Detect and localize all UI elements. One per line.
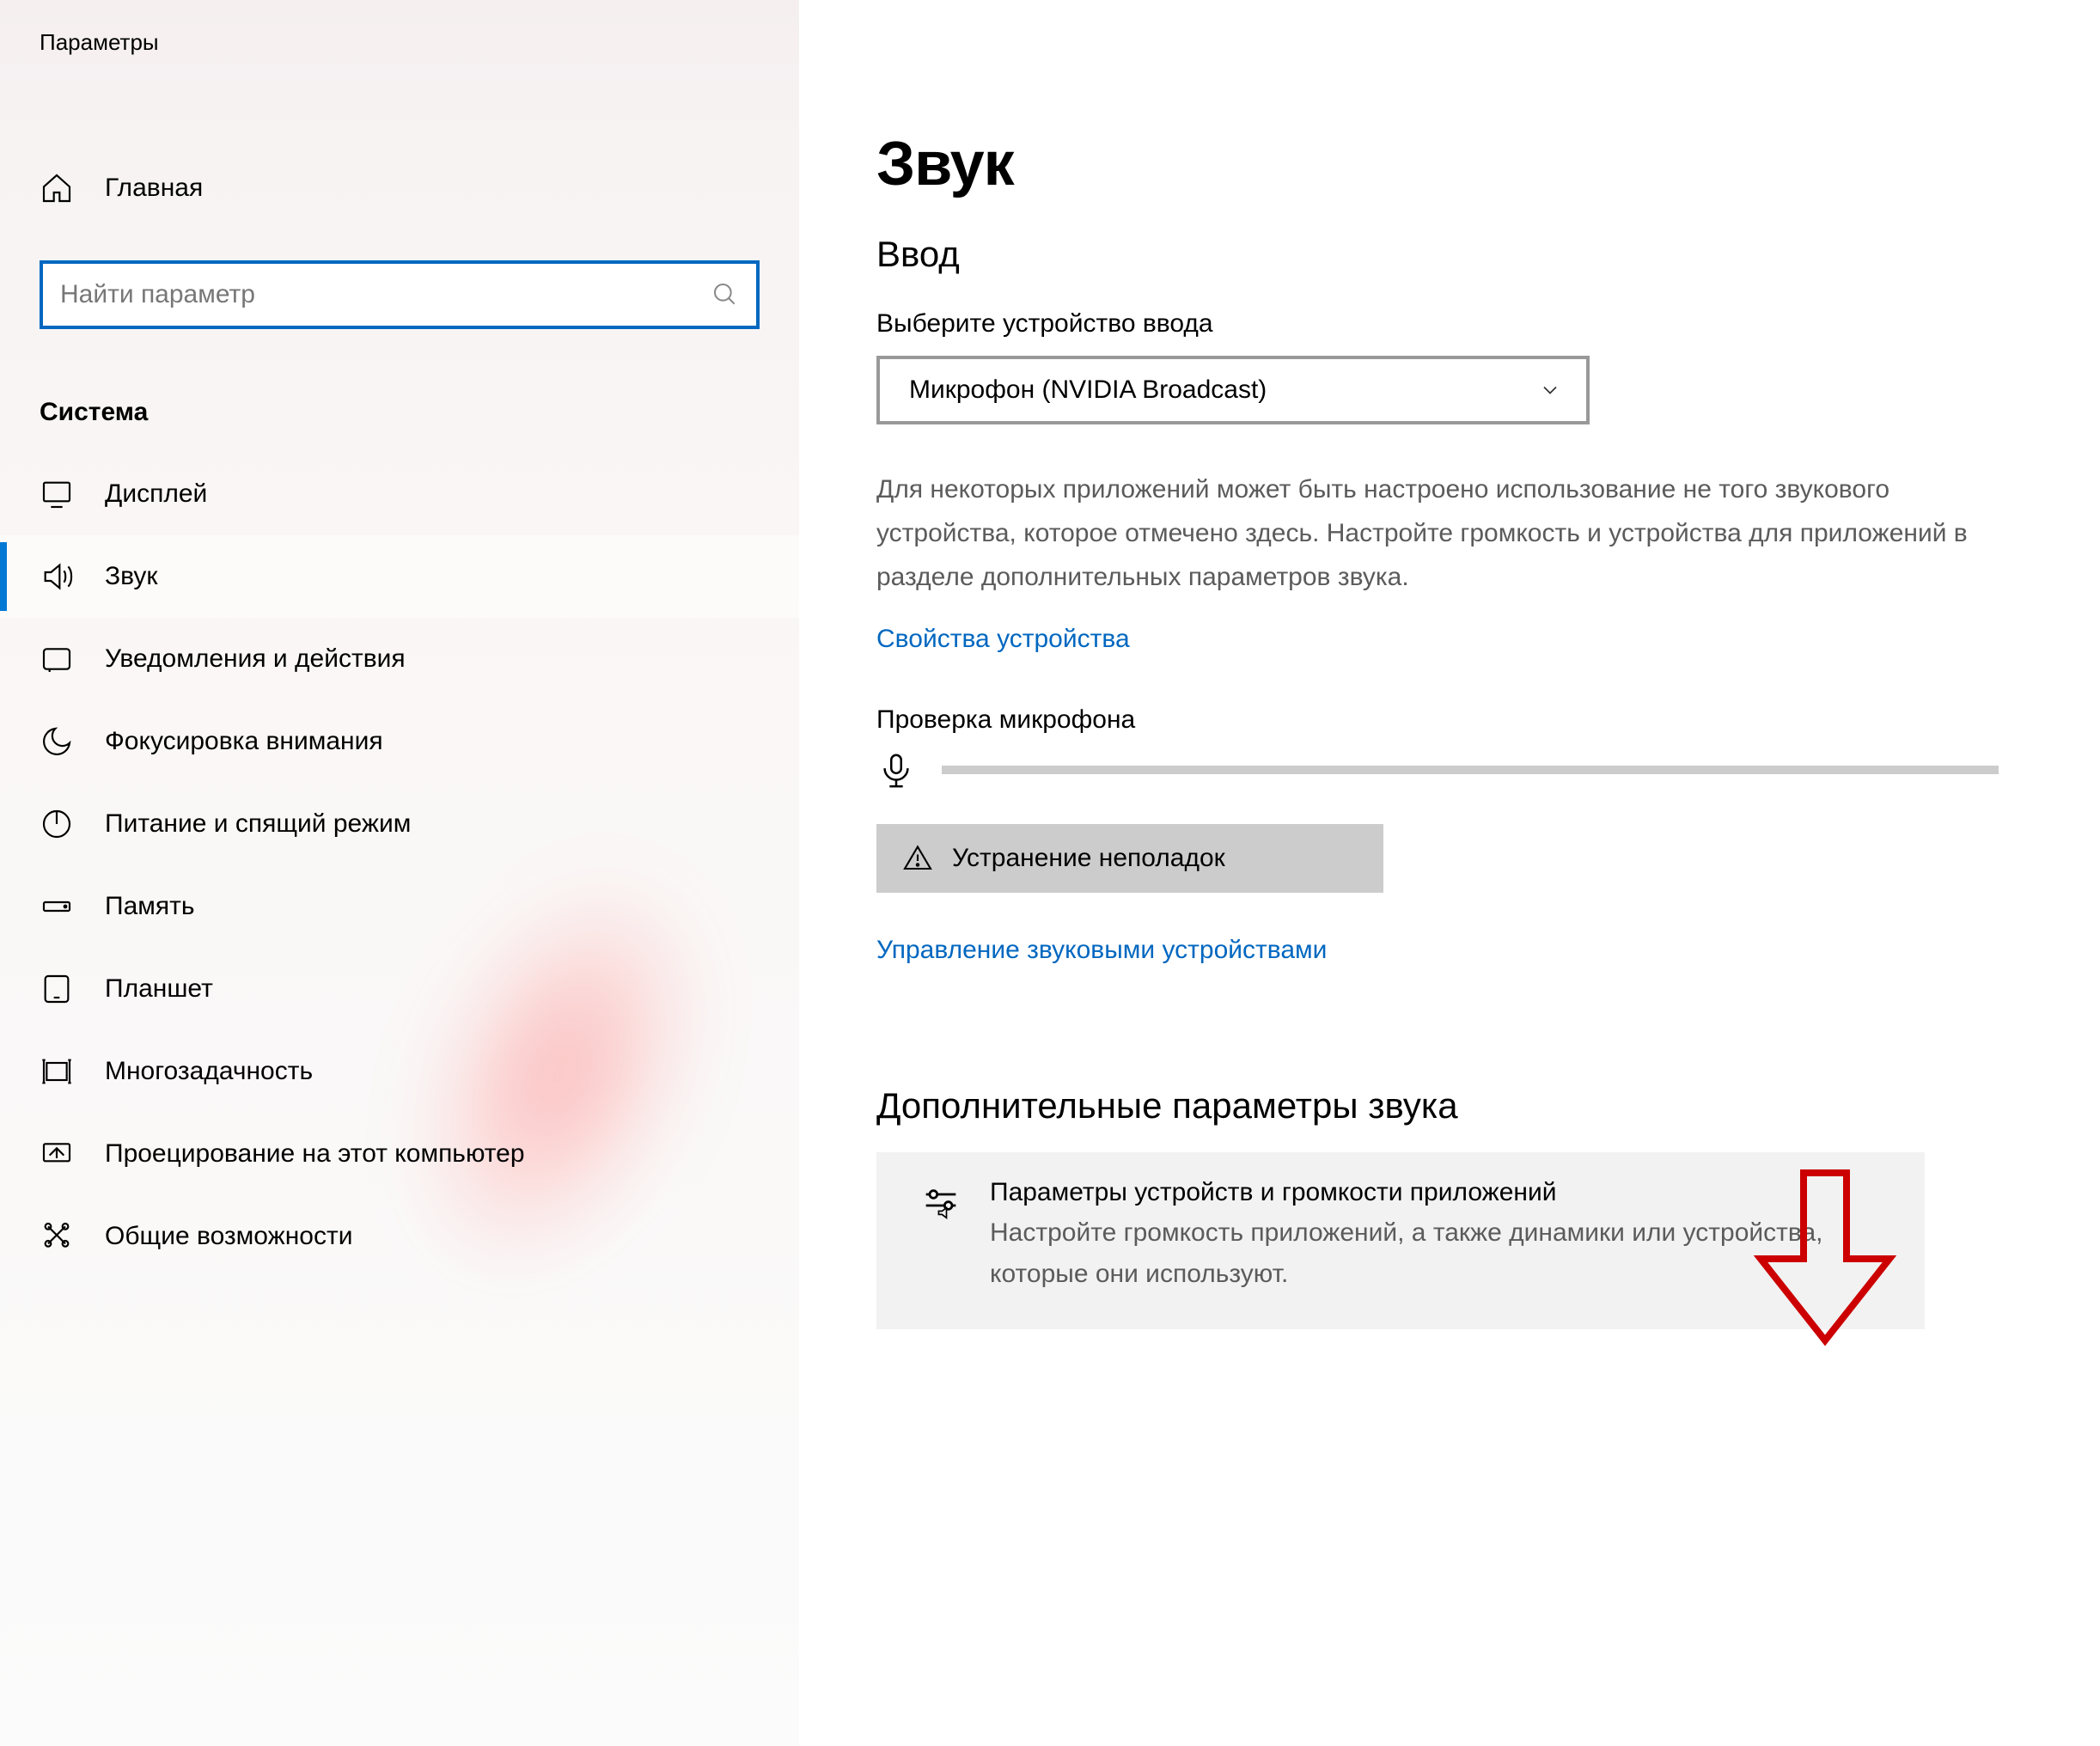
notification-icon: [40, 642, 91, 676]
card-description: Настройте громкость приложений, а также …: [990, 1212, 1890, 1295]
microphone-icon: [876, 750, 916, 790]
mic-test-row: [876, 750, 2031, 790]
search-icon: [711, 281, 739, 308]
sidebar-item-label: Фокусировка внимания: [105, 727, 383, 756]
input-device-selected: Микрофон (NVIDIA Broadcast): [909, 375, 1267, 405]
sidebar-section-label: Система: [0, 346, 799, 453]
app-title: Параметры: [0, 29, 799, 56]
sidebar-item-projecting[interactable]: Проецирование на этот компьютер: [0, 1113, 799, 1195]
troubleshoot-button[interactable]: Устранение неполадок: [876, 824, 1383, 893]
mic-level-bar: [942, 766, 1999, 774]
mic-test-label: Проверка микрофона: [876, 705, 2031, 735]
home-icon: [40, 171, 91, 205]
sidebar-item-shared[interactable]: Общие возможности: [0, 1195, 799, 1278]
advanced-section-heading: Дополнительные параметры звука: [876, 1085, 2031, 1126]
sidebar-item-label: Многозадачность: [105, 1057, 313, 1086]
sidebar-item-storage[interactable]: Память: [0, 865, 799, 948]
search-input[interactable]: [60, 280, 711, 309]
app-volume-device-prefs-card[interactable]: Параметры устройств и громкости приложен…: [876, 1152, 1925, 1329]
page-title: Звук: [876, 129, 2031, 199]
sidebar-item-label: Звук: [105, 562, 158, 591]
project-icon: [40, 1137, 91, 1171]
shared-icon: [40, 1219, 91, 1254]
storage-icon: [40, 889, 91, 924]
device-properties-link[interactable]: Свойства устройства: [876, 625, 1130, 654]
tablet-icon: [40, 972, 91, 1006]
main-content: Звук Ввод Выберите устройство ввода Микр…: [799, 0, 2100, 1746]
sidebar-item-power[interactable]: Питание и спящий режим: [0, 783, 799, 865]
sidebar-item-focus[interactable]: Фокусировка внимания: [0, 700, 799, 783]
sidebar-item-label: Планшет: [105, 974, 213, 1004]
search-input-container[interactable]: [40, 260, 760, 329]
manage-sound-devices-link[interactable]: Управление звуковыми устройствами: [876, 936, 1327, 965]
sidebar-item-label: Дисплей: [105, 479, 207, 509]
sidebar-item-sound[interactable]: Звук: [0, 535, 799, 618]
sidebar-item-label: Питание и спящий режим: [105, 809, 411, 839]
home-button[interactable]: Главная: [0, 150, 799, 226]
choose-input-device-label: Выберите устройство ввода: [876, 309, 2031, 339]
warning-icon: [902, 843, 933, 874]
sidebar-item-notifications[interactable]: Уведомления и действия: [0, 618, 799, 700]
input-device-dropdown[interactable]: Микрофон (NVIDIA Broadcast): [876, 356, 1590, 424]
power-icon: [40, 807, 91, 841]
sidebar-item-display[interactable]: Дисплей: [0, 453, 799, 535]
card-title: Параметры устройств и громкости приложен…: [990, 1178, 1890, 1207]
sidebar-item-multitask[interactable]: Многозадачность: [0, 1030, 799, 1113]
sidebar-item-label: Память: [105, 892, 195, 921]
speaker-icon: [40, 559, 91, 594]
input-section-heading: Ввод: [876, 234, 2031, 275]
sidebar-item-label: Уведомления и действия: [105, 644, 406, 674]
sidebar-item-label: Общие возможности: [105, 1222, 352, 1251]
mixer-icon: [911, 1178, 971, 1228]
home-label: Главная: [105, 174, 203, 203]
troubleshoot-label: Устранение неполадок: [952, 844, 1225, 873]
sidebar: Параметры Главная Система Дисплей: [0, 0, 799, 1746]
chevron-down-icon: [1538, 378, 1562, 402]
sidebar-item-tablet[interactable]: Планшет: [0, 948, 799, 1030]
monitor-icon: [40, 477, 91, 511]
multitask-icon: [40, 1054, 91, 1089]
input-device-help-text: Для некоторых приложений может быть наст…: [876, 467, 2011, 599]
sidebar-item-label: Проецирование на этот компьютер: [105, 1139, 525, 1169]
moon-icon: [40, 724, 91, 759]
